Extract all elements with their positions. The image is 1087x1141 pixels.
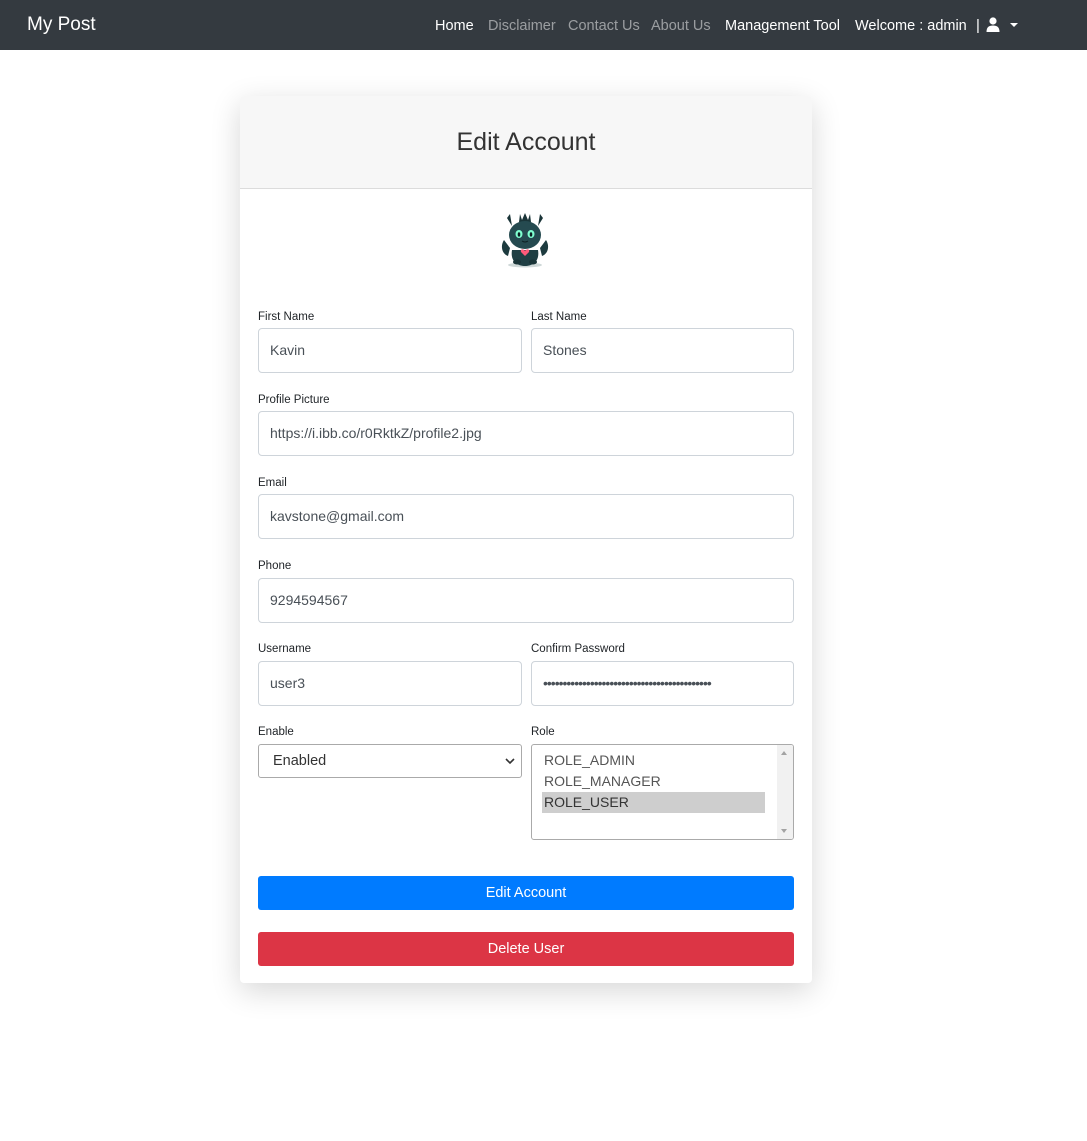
edit-account-button[interactable]: Edit Account [258,876,794,910]
chevron-down-icon [505,758,515,765]
welcome-text: Welcome : admin [855,18,967,34]
confirm-password-label: Confirm Password [531,643,625,655]
profile-picture-label: Profile Picture [258,394,330,406]
username-input[interactable]: user3 [258,661,522,706]
phone-input[interactable]: 9294594567 [258,578,794,623]
nav-separator: | [976,17,980,34]
role-listbox[interactable]: ROLE_ADMIN ROLE_MANAGER ROLE_USER [531,744,794,840]
caret-down-icon[interactable] [1010,23,1018,27]
role-scrollbar[interactable] [777,745,793,839]
nav-home[interactable]: Home [435,17,474,35]
edit-account-card: Edit Account First Name Kavin Last Name … [240,96,812,983]
nav-disclaimer[interactable]: Disclaimer [488,17,556,35]
nav-contact-us[interactable]: Contact Us [568,17,640,35]
card-header: Edit Account [240,96,812,189]
enable-select-value: Enabled [273,753,327,769]
enable-select[interactable]: Enabled [258,744,522,778]
first-name-input[interactable]: Kavin [258,328,522,373]
avatar [501,213,549,268]
role-option-user[interactable]: ROLE_USER [542,792,765,813]
role-label: Role [531,726,555,738]
role-option-manager[interactable]: ROLE_MANAGER [542,771,765,792]
phone-label: Phone [258,560,292,572]
scroll-down-arrow-icon[interactable] [781,829,787,833]
brand-link[interactable]: My Post [27,13,96,37]
last-name-label: Last Name [531,311,587,323]
top-navbar: My Post Home Disclaimer Contact Us About… [0,0,1087,50]
username-label: Username [258,643,312,655]
nav-management-tool[interactable]: Management Tool [725,17,840,35]
delete-user-button[interactable]: Delete User [258,932,794,966]
email-label: Email [258,477,287,489]
email-input[interactable]: kavstone@gmail.com [258,494,794,539]
user-icon[interactable] [986,17,1000,32]
first-name-label: First Name [258,311,315,323]
scroll-up-arrow-icon[interactable] [781,751,787,755]
role-option-admin[interactable]: ROLE_ADMIN [542,750,765,771]
nav-about-us[interactable]: About Us [651,17,711,35]
profile-picture-input[interactable]: https://i.ibb.co/r0RktkZ/profile2.jpg [258,411,794,456]
confirm-password-input[interactable]: ••••••••••••••••••••••••••••••••••••••••… [531,661,794,706]
enable-label: Enable [258,726,294,738]
page-title: Edit Account [456,128,596,156]
last-name-input[interactable]: Stones [531,328,794,373]
